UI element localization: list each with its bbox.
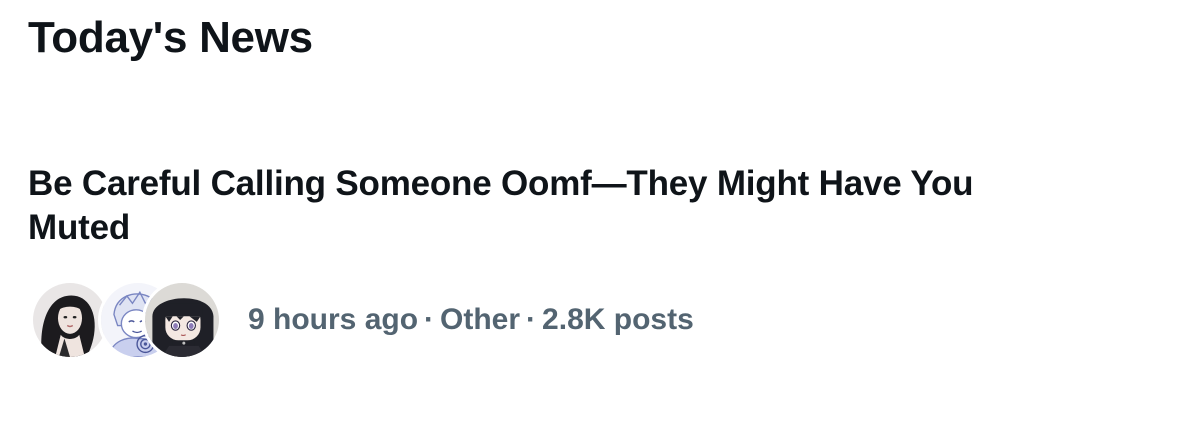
user-avatar-photo-icon: [33, 283, 107, 357]
story-category: Other: [440, 303, 521, 336]
user-avatar-anime-icon: [145, 283, 219, 357]
news-story-card[interactable]: Be Careful Calling Someone Oomf—They Mig…: [0, 150, 1179, 380]
story-meta-text: 9 hours ago · Other · 2.8K posts: [248, 300, 694, 340]
story-post-count: 2.8K posts: [542, 303, 694, 336]
meta-separator: ·: [526, 303, 537, 336]
story-time: 9 hours ago: [248, 303, 419, 336]
meta-separator: ·: [424, 303, 435, 336]
avatar-3: [142, 280, 222, 360]
story-meta-row: 9 hours ago · Other · 2.8K posts: [30, 278, 694, 362]
section-title: Today's News: [28, 13, 313, 62]
avatar-group: [30, 278, 222, 362]
story-headline[interactable]: Be Careful Calling Someone Oomf—They Mig…: [28, 162, 1068, 250]
